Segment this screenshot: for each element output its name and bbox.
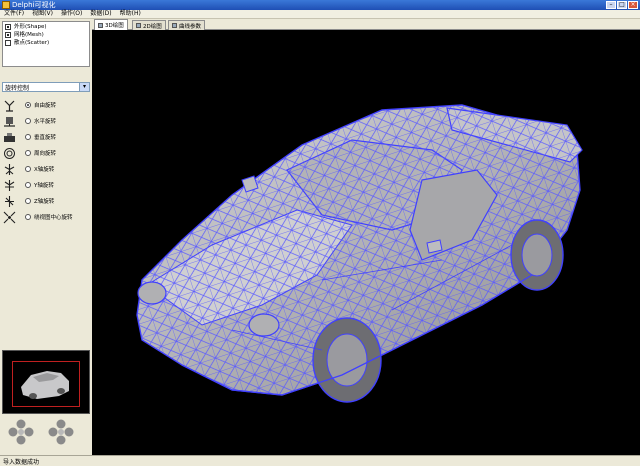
status-bar: 导入数据成功 (0, 455, 640, 466)
vertical-rotate-radio[interactable] (25, 134, 31, 140)
mode-row-center[interactable]: 绕视图中心旋转 (2, 209, 90, 225)
mode-label: X轴旋转 (34, 167, 55, 173)
left-headlight (137, 281, 167, 305)
layer-row-shape[interactable]: 外形(Shape) (3, 23, 89, 30)
circular-rotate-radio[interactable] (25, 150, 31, 156)
mode-label: 自由旋转 (34, 103, 57, 109)
layer-label: 散点(Scatter) (14, 39, 50, 46)
tab-label: 3D绘图 (105, 23, 124, 29)
rotation-mode-list: 自由旋转 水平旋转 垂直旋转 周向旋转 X轴旋转 Y轴旋转 Z轴旋转 绕视图中心… (2, 97, 90, 225)
tab-label: 曲线参数 (179, 23, 202, 30)
rear-hub (521, 233, 553, 277)
minimize-button[interactable]: – (606, 1, 616, 9)
layer-list: 外形(Shape) 网格(Mesh) 散点(Scatter) (2, 21, 90, 67)
control-mode-select[interactable]: 旋转控制 ▾ (2, 82, 90, 92)
layer-label: 网格(Mesh) (14, 31, 44, 38)
menu-help[interactable]: 帮助(H) (116, 10, 145, 18)
y-axis-icon (2, 178, 16, 192)
mode-row-x-axis[interactable]: X轴旋转 (2, 161, 90, 177)
mode-row-circular[interactable]: 周向旋转 (2, 145, 90, 161)
mode-label: 周向旋转 (34, 151, 57, 157)
z-axis-icon (2, 194, 16, 208)
car-wireframe-model (136, 104, 583, 403)
center-rotate-icon (2, 210, 16, 224)
circular-rotate-icon (2, 146, 16, 160)
horizontal-rotate-icon (2, 114, 16, 128)
horizontal-rotate-radio[interactable] (25, 118, 31, 124)
menu-bar: 文件(F) 视图(V) 操作(O) 数据(D) 帮助(H) (0, 10, 640, 19)
menu-data[interactable]: 数据(D) (86, 10, 115, 18)
preview-thumbnail[interactable] (2, 350, 90, 414)
mesh-checkbox[interactable] (5, 31, 11, 38)
tab-3d[interactable]: 3D绘图 (94, 19, 128, 30)
status-text: 导入数据成功 (3, 458, 40, 466)
center-rotate-radio[interactable] (25, 214, 31, 220)
free-rotate-icon (2, 98, 16, 112)
layer-row-scatter[interactable]: 散点(Scatter) (3, 39, 89, 46)
menu-file[interactable]: 文件(F) (0, 10, 28, 18)
maximize-button[interactable]: □ (617, 1, 627, 9)
rotate-pad-icon[interactable] (8, 419, 34, 445)
navigation-pads (4, 419, 88, 449)
control-mode-value: 旋转控制 (5, 84, 30, 92)
2d-chart-icon (136, 23, 141, 28)
left-panel: 外形(Shape) 网格(Mesh) 散点(Scatter) 旋转控制 ▾ 自由… (0, 19, 92, 455)
tab-2d[interactable]: 2D绘图 (132, 20, 166, 30)
y-axis-radio[interactable] (25, 182, 31, 188)
view-frame[interactable] (12, 361, 80, 407)
mode-label: Z轴旋转 (34, 199, 55, 205)
shape-checkbox[interactable] (5, 23, 11, 30)
x-axis-icon (2, 162, 16, 176)
pan-pad-icon[interactable] (48, 419, 74, 445)
mode-row-y-axis[interactable]: Y轴旋转 (2, 177, 90, 193)
z-axis-radio[interactable] (25, 198, 31, 204)
x-axis-radio[interactable] (25, 166, 31, 172)
chevron-down-icon[interactable]: ▾ (79, 83, 89, 91)
scatter-checkbox[interactable] (5, 39, 11, 46)
mode-row-z-axis[interactable]: Z轴旋转 (2, 193, 90, 209)
title-bar: Delphi可视化 – □ × (0, 0, 640, 10)
3d-viewport[interactable] (92, 30, 640, 455)
vertical-rotate-icon (2, 130, 16, 144)
menu-operate[interactable]: 操作(O) (57, 10, 86, 18)
app-icon (2, 1, 10, 9)
mode-label: 垂直旋转 (34, 135, 57, 141)
tab-label: 2D绘图 (143, 23, 162, 30)
mode-row-horizontal[interactable]: 水平旋转 (2, 113, 90, 129)
right-headlight (248, 313, 280, 337)
mode-row-vertical[interactable]: 垂直旋转 (2, 129, 90, 145)
free-rotate-radio[interactable] (25, 102, 31, 108)
mode-label: Y轴旋转 (34, 183, 54, 189)
close-button[interactable]: × (628, 1, 638, 9)
layer-row-mesh[interactable]: 网格(Mesh) (3, 31, 89, 38)
mode-label: 水平旋转 (34, 119, 57, 125)
tab-curve-params[interactable]: 曲线参数 (168, 20, 206, 30)
curve-icon (172, 23, 177, 28)
mode-label: 绕视图中心旋转 (34, 215, 73, 221)
3d-chart-icon (98, 22, 103, 28)
window-title: Delphi可视化 (12, 1, 56, 9)
mode-row-free[interactable]: 自由旋转 (2, 97, 90, 113)
menu-view[interactable]: 视图(V) (28, 10, 57, 18)
view-tabs: 3D绘图 2D绘图 曲线参数 (92, 19, 640, 30)
layer-label: 外形(Shape) (14, 23, 47, 30)
